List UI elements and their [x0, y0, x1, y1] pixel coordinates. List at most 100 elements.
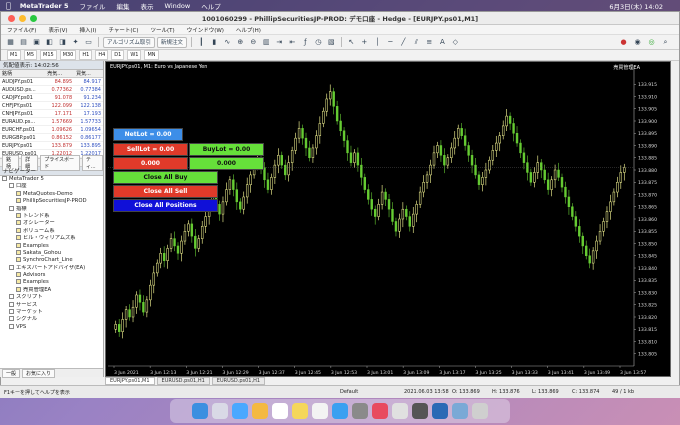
os-menu-window[interactable]: Window [165, 2, 191, 10]
channel-icon[interactable]: ⫽ [411, 37, 422, 48]
table-row[interactable]: AUDUSD.ps... 0.77362 0.77384 [0, 85, 103, 94]
tree-item[interactable]: エキスパートアドバイザ(EA) [2, 264, 103, 272]
finder-icon[interactable] [192, 403, 208, 419]
tf-h1[interactable]: H1 [79, 50, 93, 60]
profiles-icon[interactable]: ▣ [31, 37, 42, 48]
tf-m5[interactable]: M5 [23, 50, 37, 60]
tree-item[interactable]: オシレーター [2, 220, 103, 227]
reminders-icon[interactable] [312, 403, 328, 419]
table-row[interactable]: EURCHF.ps01 1.09626 1.09654 [0, 125, 103, 134]
chart-tab-eurusd-1[interactable]: EURUSD.ps01,H1 [156, 377, 210, 385]
apple-icon[interactable]:  [6, 1, 11, 10]
music-icon[interactable] [372, 403, 388, 419]
metatrader-icon[interactable] [432, 403, 448, 419]
menu-file[interactable]: ファイル(F) [7, 26, 36, 34]
photos-icon[interactable] [252, 403, 268, 419]
trendline-icon[interactable]: ╱ [398, 37, 409, 48]
candle-chart-icon[interactable]: ▮ [209, 37, 220, 48]
table-row[interactable]: CNHJPY.ps01 17.171 17.193 [0, 109, 103, 118]
table-row[interactable]: EURAUD.ps... 1.57669 1.57733 [0, 117, 103, 126]
tree-item[interactable]: シグナル [2, 316, 103, 323]
chart-tab-eurjpy[interactable]: EURJPY.ps01,M1 [105, 377, 155, 385]
tree-item[interactable]: ビル・ウィリアムズ系 [2, 235, 103, 242]
algo-trading-button[interactable]: アルゴリズム取引 [103, 36, 155, 48]
table-row[interactable]: EURGBP.ps01 0.86152 0.86177 [0, 133, 103, 142]
tab-ticks[interactable]: ティ... [81, 154, 103, 171]
table-row[interactable]: AUDJPY.ps01 84.895 84.917 [0, 77, 103, 86]
downloads-icon[interactable] [452, 403, 468, 419]
signals-icon[interactable]: ◎ [646, 37, 657, 48]
os-menu-view[interactable]: 表示 [141, 1, 154, 11]
tf-m15[interactable]: M15 [40, 50, 57, 60]
navigator-icon[interactable]: ✦ [70, 37, 81, 48]
autoscroll-icon[interactable]: ⇥ [274, 37, 285, 48]
tab-favorites[interactable]: お気に入り [22, 368, 56, 378]
launchpad-icon[interactable] [212, 403, 228, 419]
os-app-name[interactable]: MetaTrader 5 [20, 2, 69, 10]
account-icon[interactable]: ◉ [632, 37, 643, 48]
table-row[interactable]: CADJPY.ps01 91.078 91.234 [0, 93, 103, 102]
appstore-icon[interactable] [332, 403, 348, 419]
templates-icon[interactable]: ▧ [326, 37, 337, 48]
candlestick-chart[interactable]: 133.915 133.910 133.905 133.900 133.895 133.8… [106, 62, 672, 378]
chrome-icon[interactable] [392, 403, 408, 419]
tree-item[interactable]: VPS [2, 323, 103, 331]
col-bid[interactable]: 売気... [45, 70, 75, 78]
text-tool-icon[interactable]: A [437, 37, 448, 48]
col-ask[interactable]: 買気... [74, 70, 103, 78]
alert-icon[interactable]: ● [618, 37, 629, 48]
tree-item[interactable]: 指標 [2, 205, 103, 213]
chart-tab-eurusd-2[interactable]: EURUSD.ps01,H1 [211, 377, 266, 385]
menu-help[interactable]: ヘルプ(H) [236, 26, 261, 34]
tree-item[interactable]: サービス [2, 301, 103, 309]
market-watch-icon[interactable]: ◧ [44, 37, 55, 48]
tree-item[interactable]: MetaTrader 5 [2, 176, 103, 183]
tab-general[interactable]: 一般 [2, 368, 21, 378]
search-icon[interactable]: ⌕ [660, 37, 671, 48]
close-all-positions-button[interactable]: Close All Positions [113, 199, 218, 212]
tf-h4[interactable]: H4 [95, 50, 109, 60]
terminal-app-icon[interactable] [412, 403, 428, 419]
tree-item[interactable]: SynchroChart_Line [2, 257, 103, 264]
table-row[interactable]: CHFJPY.ps01 122.099 122.138 [0, 101, 103, 110]
col-symbol[interactable]: 銘柄 [0, 70, 46, 78]
tree-item[interactable]: Examples [2, 279, 103, 286]
safari-icon[interactable] [232, 403, 248, 419]
tree-item[interactable]: Examples [2, 242, 103, 250]
close-all-sell-button[interactable]: Close All Sell [113, 185, 218, 198]
periods-icon[interactable]: ◷ [313, 37, 324, 48]
chart-window[interactable]: 133.915 133.910 133.905 133.900 133.895 133.8… [105, 61, 671, 377]
menu-chart[interactable]: チャート(C) [108, 26, 138, 34]
folder-icon[interactable]: ▤ [18, 37, 29, 48]
tf-d1[interactable]: D1 [111, 50, 125, 60]
tf-m30[interactable]: M30 [59, 50, 77, 60]
zoom-out-icon[interactable]: ⊖ [248, 37, 259, 48]
tree-item[interactable]: マーケット [2, 309, 103, 316]
os-clock[interactable]: 6月3日(木) 14:02 [609, 1, 663, 11]
tree-item[interactable]: 売買管理EA [2, 286, 103, 294]
tf-m1[interactable]: M1 [7, 50, 21, 60]
menu-window[interactable]: ウインドウ(W) [187, 26, 224, 34]
shapes-icon[interactable]: ◇ [450, 37, 461, 48]
menu-tools[interactable]: ツール(T) [151, 26, 175, 34]
tf-mn[interactable]: MN [144, 50, 159, 60]
calendar-icon[interactable] [272, 403, 288, 419]
tile-windows-icon[interactable]: ▥ [261, 37, 272, 48]
menu-insert[interactable]: 挿入(I) [80, 26, 97, 34]
tree-item[interactable]: PhillipSecuritiesJP-PROD [2, 198, 103, 205]
chart-shift-icon[interactable]: ⇤ [287, 37, 298, 48]
tree-item[interactable]: MetaQuotes-Demo [2, 190, 103, 198]
bar-chart-icon[interactable]: ┃ [196, 37, 207, 48]
tab-priceboard[interactable]: プライスボード [40, 154, 80, 171]
new-order-button[interactable]: 新規注文 [156, 36, 187, 48]
vertical-line-icon[interactable]: │ [372, 37, 383, 48]
close-all-buy-button[interactable]: Close All Buy [113, 171, 218, 184]
tf-w1[interactable]: W1 [127, 50, 142, 60]
tree-item[interactable]: Sakata_Gohou [2, 249, 103, 257]
tree-item[interactable]: ボリューム系 [2, 227, 103, 235]
menu-view[interactable]: 表示(V) [48, 26, 67, 34]
horizontal-line-icon[interactable]: ─ [385, 37, 396, 48]
data-window-icon[interactable]: ◨ [57, 37, 68, 48]
tree-item[interactable]: 口座 [2, 183, 103, 190]
new-chart-icon[interactable]: ▦ [5, 37, 16, 48]
